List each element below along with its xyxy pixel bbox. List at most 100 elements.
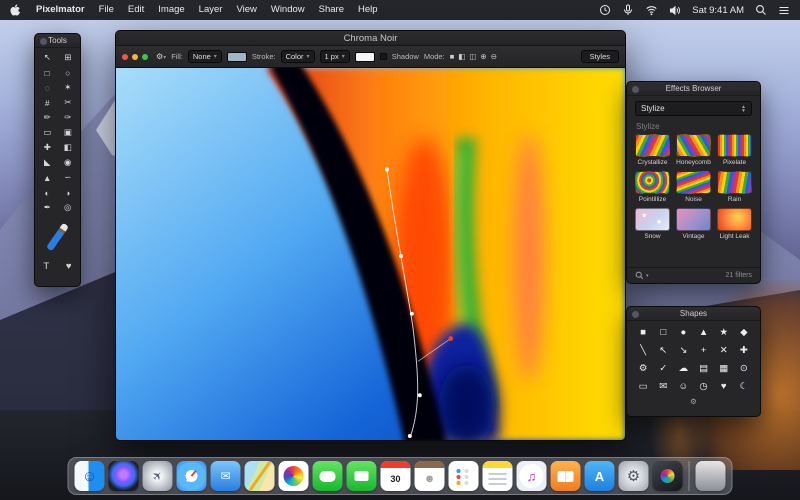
shape-circle[interactable]: ● — [673, 324, 693, 341]
tool-bucket-tool[interactable]: ◣ — [37, 155, 58, 170]
dock-app-itunes[interactable]: ♫ — [516, 461, 547, 491]
dock-app-contacts[interactable]: ☻ — [414, 461, 445, 491]
tool-rect-select-tool[interactable]: □ — [37, 65, 58, 80]
menu-item[interactable]: View — [229, 0, 263, 20]
effects-close-button[interactable] — [632, 86, 639, 93]
dock-app-siri[interactable] — [108, 461, 139, 491]
tool-slice-tool[interactable]: ✂ — [58, 95, 79, 110]
effect-pixelate[interactable]: Pixelate — [717, 134, 752, 166]
tool-zoom-tool[interactable]: ◎ — [58, 200, 79, 215]
shape-line[interactable]: ╲ — [633, 342, 653, 359]
fill-dropdown[interactable]: None ▾ — [187, 50, 222, 63]
effect-snow[interactable]: Snow — [635, 208, 670, 240]
effect-rain[interactable]: Rain — [717, 171, 752, 203]
shadow-checkbox[interactable] — [379, 53, 387, 60]
effect-noise[interactable]: Noise — [676, 171, 711, 203]
shape-folder[interactable]: ▤ — [693, 360, 713, 377]
menu-item[interactable]: Layer — [192, 0, 230, 20]
tool-dodge-tool[interactable]: ◐ — [37, 185, 58, 200]
shape-camera[interactable]: ⊙ — [734, 360, 754, 377]
tool-pencil-tool[interactable]: ✏ — [37, 110, 58, 125]
mode-icon-shape-subtract-icon[interactable]: ◧ — [458, 52, 465, 61]
dock-app-messages[interactable] — [312, 461, 343, 491]
dock-app-calendar[interactable]: 30 — [380, 461, 411, 491]
stroke-color-swatch[interactable] — [354, 51, 375, 62]
mode-icon-shape-exclude-icon[interactable]: ⊕ — [480, 52, 486, 61]
shape-badge[interactable]: ✚ — [734, 342, 754, 359]
shapes-close-button[interactable] — [632, 311, 639, 318]
menu-clock[interactable]: Sat 9:41 AM — [692, 5, 744, 16]
spotlight-icon[interactable] — [755, 4, 767, 16]
tool-eraser-tool[interactable]: ▭ — [37, 125, 58, 140]
dock-app-safari[interactable] — [176, 461, 207, 491]
tool-crop-tool[interactable]: # — [37, 95, 58, 110]
close-button[interactable] — [122, 53, 128, 60]
notification-center-icon[interactable] — [778, 5, 790, 16]
menu-item[interactable]: Help — [351, 0, 385, 20]
tool-ellipse-select-tool[interactable]: ○ — [58, 65, 79, 80]
volume-icon[interactable] — [669, 5, 681, 16]
tools-close-button[interactable] — [40, 38, 47, 45]
shape-gear[interactable]: ⚙ — [633, 360, 653, 377]
dock-app-app-store[interactable]: A — [584, 461, 615, 491]
tool-pen-tool[interactable]: ✒ — [37, 200, 58, 215]
shape-triangle[interactable]: ▲ — [693, 324, 713, 341]
stroke-width-stepper[interactable]: 1 px ▾ — [319, 50, 350, 63]
tool-magic-wand-tool[interactable]: ✶ — [58, 80, 79, 95]
tool-clone-tool[interactable]: ▣ — [58, 125, 79, 140]
shape-square[interactable]: ■ — [633, 324, 653, 341]
shape-cross[interactable]: ✕ — [714, 342, 734, 359]
dock-app-launchpad[interactable]: ✈ — [142, 461, 173, 491]
window-titlebar[interactable]: Chroma Noir — [116, 31, 625, 46]
dock-app-photos[interactable] — [278, 461, 309, 491]
tool-heal-tool[interactable]: ✚ — [37, 140, 58, 155]
fill-color-swatch[interactable] — [226, 51, 247, 62]
canvas-artboard[interactable] — [116, 68, 625, 440]
styles-button[interactable]: Styles — [580, 50, 619, 63]
shape-person[interactable]: ☺ — [673, 378, 693, 395]
time-machine-icon[interactable] — [599, 4, 611, 16]
zoom-button[interactable] — [142, 53, 148, 60]
effects-category-dropdown[interactable]: Stylize ▲ ▼ — [635, 101, 752, 116]
apple-menu[interactable] — [0, 4, 29, 17]
shape-moon[interactable]: ☾ — [734, 378, 754, 395]
dock-app-finder[interactable]: ☺ — [74, 461, 105, 491]
shape-heart[interactable]: ♥ — [714, 378, 734, 395]
effect-light-leak[interactable]: Light Leak — [717, 208, 752, 240]
menu-item[interactable]: File — [92, 0, 121, 20]
shape-cloud[interactable]: ☁ — [673, 360, 693, 377]
effect-vintage[interactable]: Vintage — [676, 208, 711, 240]
tool-transform-tool[interactable]: ⊞ — [58, 50, 79, 65]
dock-app-reminders[interactable] — [448, 461, 479, 491]
effects-search-button[interactable]: ▾ — [635, 271, 649, 280]
menu-item[interactable]: Image — [151, 0, 191, 20]
shape-arrow-up-left[interactable]: ↖ — [653, 342, 673, 359]
tool-sharpen-tool[interactable]: ▲ — [37, 170, 58, 185]
dock-app-mail[interactable]: ✉ — [210, 461, 241, 491]
effect-crystallize[interactable]: Crystallize — [635, 134, 670, 166]
menu-item[interactable]: Edit — [121, 0, 151, 20]
tool-text-tool[interactable]: T — [35, 257, 58, 275]
shapes-settings-gear-icon[interactable]: ⚙ — [690, 397, 697, 406]
shape-star[interactable]: ★ — [714, 324, 734, 341]
stroke-dropdown[interactable]: Color ▾ — [280, 50, 315, 63]
paintbrush-icon[interactable] — [46, 222, 69, 252]
dock-app-ibooks[interactable] — [550, 461, 581, 491]
menu-item[interactable]: Share — [312, 0, 351, 20]
tool-shape-tool[interactable]: ♥ — [58, 257, 81, 275]
shape-picture[interactable]: ▦ — [714, 360, 734, 377]
tool-blur-tool[interactable]: ◉ — [58, 155, 79, 170]
menu-item[interactable]: Window — [264, 0, 312, 20]
dock-app-notes[interactable] — [482, 461, 513, 491]
dock-app-pixelmator[interactable] — [652, 461, 683, 491]
tool-lasso-tool[interactable]: ◌ — [37, 80, 58, 95]
tool-settings-gear-icon[interactable]: ⚙▾ — [156, 52, 166, 61]
effect-honeycomb[interactable]: Honeycomb — [676, 134, 711, 166]
shape-arrow-down-right[interactable]: ↘ — [673, 342, 693, 359]
tool-move-tool[interactable]: ↖ — [37, 50, 58, 65]
shape-clock[interactable]: ◷ — [693, 378, 713, 395]
shape-diamond[interactable]: ◆ — [734, 324, 754, 341]
mode-icon-shape-combine-icon[interactable]: ⊖ — [491, 52, 497, 61]
shape-mail[interactable]: ✉ — [653, 378, 673, 395]
shape-display[interactable]: ▭ — [633, 378, 653, 395]
